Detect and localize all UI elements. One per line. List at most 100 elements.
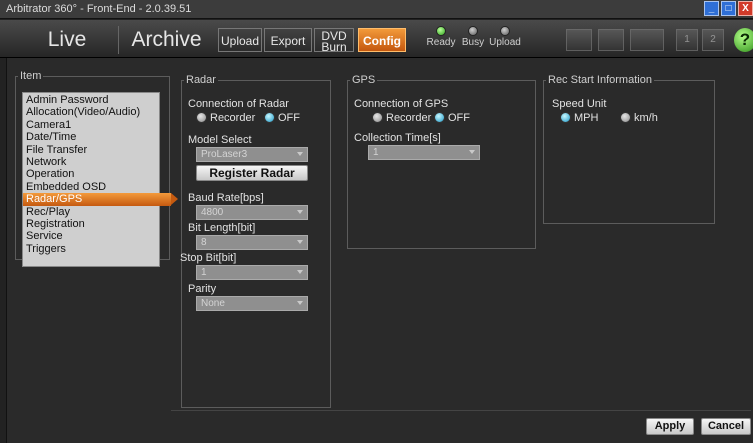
model-select-label: Model Select (188, 134, 252, 146)
tab-archive[interactable]: Archive (118, 26, 214, 54)
gps-connection-label: Connection of GPS (354, 98, 449, 110)
baud-rate-label: Baud Rate[bps] (188, 192, 264, 204)
dropdown-arrow-icon (297, 152, 303, 156)
item-list: Admin Password Allocation(Video/Audio) C… (22, 92, 178, 267)
gps-legend: GPS (352, 74, 376, 86)
dropdown-arrow-icon (297, 210, 303, 214)
baud-rate-select[interactable]: 4800 (196, 205, 308, 220)
mph-label: MPH (574, 112, 599, 124)
gps-recorder-label: Recorder (386, 112, 432, 124)
busy-label: Busy (461, 37, 485, 48)
baud-rate-value: 4800 (201, 207, 224, 218)
dropdown-arrow-icon (297, 240, 303, 244)
main-toolbar: Live Archive Upload Export DVD Burn Conf… (0, 20, 753, 58)
item-radar-gps[interactable]: Radar/GPS (23, 193, 178, 206)
radio-dot-icon (196, 112, 207, 123)
monitor-icon[interactable] (566, 29, 592, 51)
maximize-button[interactable]: □ (721, 1, 736, 16)
rec-start-legend: Rec Start Information (548, 74, 652, 86)
layout-icon[interactable] (630, 29, 664, 51)
item-triggers[interactable]: Triggers (23, 243, 159, 255)
parity-value: None (201, 298, 225, 309)
tab-dvd-line2: Burn (321, 40, 347, 54)
gps-recorder-radio[interactable]: Recorder (372, 112, 431, 124)
radio-dot-icon (434, 112, 445, 123)
collection-time-select[interactable]: 1 (368, 145, 480, 160)
window-controls: _ □ X (704, 1, 753, 16)
collection-time-value: 1 (373, 147, 379, 158)
radar-legend: Radar (186, 74, 216, 86)
dropdown-arrow-icon (469, 150, 475, 154)
tab-config[interactable]: Config (358, 28, 406, 52)
busy-led-icon (468, 26, 478, 36)
radar-group: Radar Connection of Radar Recorder OFF M… (180, 74, 331, 408)
bit-length-value: 8 (201, 237, 207, 248)
model-select-value: ProLaser3 (201, 149, 248, 160)
item-camera1[interactable]: Camera1 (23, 119, 159, 131)
model-select[interactable]: ProLaser3 (196, 147, 308, 162)
tab-live[interactable]: Live (22, 26, 112, 54)
radio-dot-icon (372, 112, 383, 123)
tab-dvd-burn[interactable]: DVD Burn (314, 28, 354, 54)
channel-2-button[interactable]: 2 (702, 29, 724, 51)
bit-length-select[interactable]: 8 (196, 235, 308, 250)
item-operation[interactable]: Operation (23, 168, 159, 180)
channel-1-button[interactable]: 1 (676, 29, 698, 51)
item-registration[interactable]: Registration (23, 218, 159, 230)
radar-recorder-label: Recorder (210, 112, 256, 124)
stop-bit-select[interactable]: 1 (196, 265, 308, 280)
dropdown-arrow-icon (297, 301, 303, 305)
item-date-time[interactable]: Date/Time (23, 131, 159, 143)
radar-off-label: OFF (278, 112, 300, 124)
help-icon[interactable]: ? (734, 28, 753, 52)
gps-group: GPS Connection of GPS Recorder OFF Colle… (347, 74, 536, 249)
speed-unit-label: Speed Unit (552, 98, 607, 110)
minimize-button[interactable]: _ (704, 1, 719, 16)
item-panel: Item Admin Password Allocation(Video/Aud… (15, 70, 178, 267)
ready-led-icon (436, 26, 446, 36)
title-bar: Arbitrator 360° - Front-End - 2.0.39.51 … (0, 0, 753, 19)
upload-indicator: Upload (486, 26, 524, 48)
item-rec-play[interactable]: Rec/Play (23, 206, 159, 218)
ready-label: Ready (426, 37, 456, 48)
rec-start-group: Rec Start Information Speed Unit MPH km/… (543, 74, 715, 224)
parity-select[interactable]: None (196, 296, 308, 311)
stop-bit-label: Stop Bit[bit] (180, 252, 237, 264)
tab-upload[interactable]: Upload (218, 28, 262, 52)
kmh-label: km/h (634, 112, 658, 124)
dropdown-arrow-icon (297, 270, 303, 274)
item-legend: Item (20, 70, 42, 82)
stop-bit-value: 1 (201, 267, 207, 278)
gps-off-radio[interactable]: OFF (434, 112, 470, 124)
item-embedded-osd[interactable]: Embedded OSD (23, 181, 159, 193)
item-service[interactable]: Service (23, 230, 159, 242)
item-admin-password[interactable]: Admin Password (23, 94, 159, 106)
register-radar-button[interactable]: Register Radar (196, 165, 308, 181)
footer-divider (171, 410, 751, 411)
item-file-transfer[interactable]: File Transfer (23, 144, 159, 156)
gps-off-label: OFF (448, 112, 470, 124)
item-allocation[interactable]: Allocation(Video/Audio) (23, 106, 159, 118)
bit-length-label: Bit Length[bit] (188, 222, 256, 234)
config-content: Item Admin Password Allocation(Video/Aud… (6, 58, 753, 443)
cancel-button[interactable]: Cancel (701, 418, 751, 435)
radar-off-radio[interactable]: OFF (264, 112, 300, 124)
close-button[interactable]: X (738, 1, 753, 16)
upload-led-icon (500, 26, 510, 36)
radio-dot-icon (620, 112, 631, 123)
radar-recorder-radio[interactable]: Recorder (196, 112, 255, 124)
kmh-radio[interactable]: km/h (620, 112, 658, 124)
busy-indicator: Busy (460, 26, 486, 48)
mph-radio[interactable]: MPH (560, 112, 598, 124)
radar-connection-label: Connection of Radar (188, 98, 289, 110)
tab-export[interactable]: Export (264, 28, 312, 52)
upload-label: Upload (489, 37, 521, 48)
radio-dot-icon (560, 112, 571, 123)
window-title: Arbitrator 360° - Front-End - 2.0.39.51 (6, 3, 192, 15)
item-network[interactable]: Network (23, 156, 159, 168)
ready-indicator: Ready (424, 26, 458, 48)
collection-time-label: Collection Time[s] (354, 132, 441, 144)
apply-button[interactable]: Apply (646, 418, 694, 435)
radio-dot-icon (264, 112, 275, 123)
screen-icon[interactable] (598, 29, 624, 51)
